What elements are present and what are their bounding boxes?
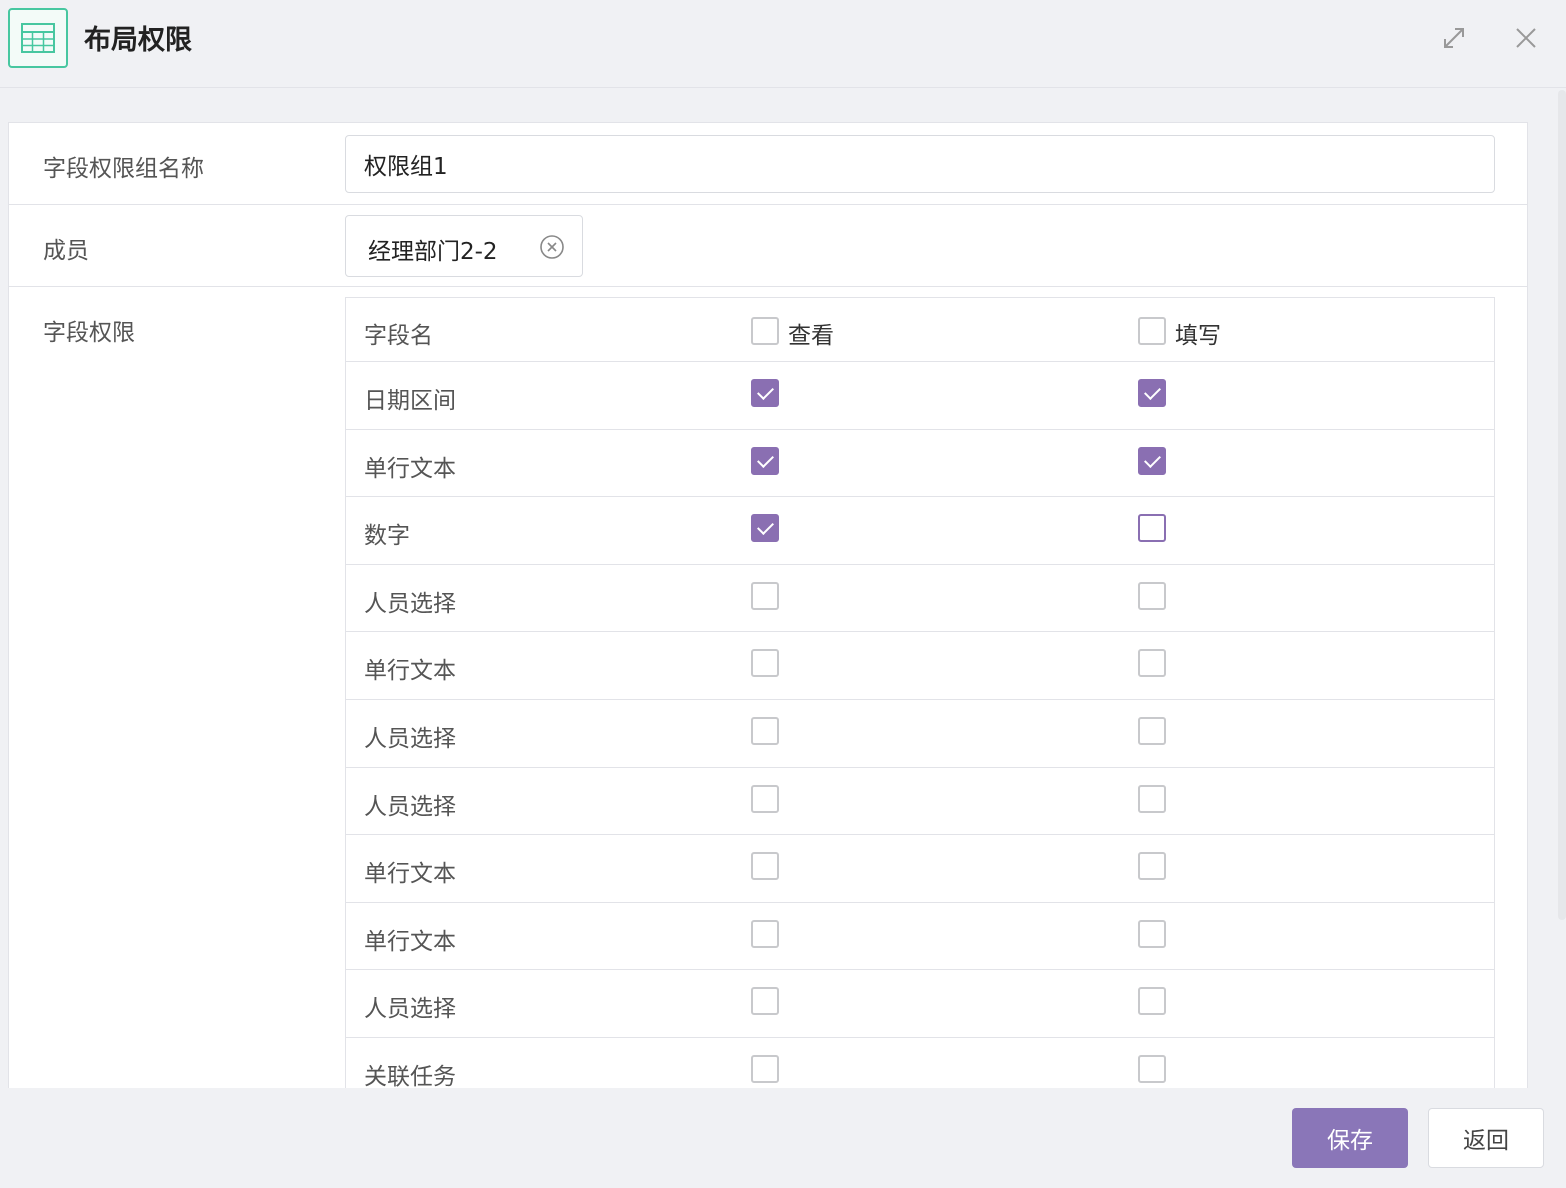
edit-checkbox[interactable]	[1138, 379, 1166, 407]
field-name: 人员选择	[364, 996, 456, 1023]
view-checkbox[interactable]	[751, 581, 779, 610]
column-header-edit: 填写	[1175, 323, 1221, 349]
field-permission-row: 字段权限 字段名 查看 填写 日期区间 单行文本 数字 人员选择 单行文本 人员选择 人员选…	[9, 287, 1527, 1088]
field-name: 人员选择	[364, 793, 456, 820]
edit-checkbox[interactable]	[1138, 852, 1166, 881]
remove-circle-icon[interactable]	[539, 234, 565, 260]
view-checkbox[interactable]	[751, 784, 779, 813]
dialog-header: 布局权限	[0, 0, 1566, 88]
table-row: 关联任务	[346, 1038, 1494, 1088]
field-name: 单行文本	[364, 455, 456, 482]
field-name: 日期区间	[364, 388, 456, 414]
table-row: 人员选择	[346, 565, 1494, 633]
field-permission-label: 字段权限	[43, 320, 135, 346]
view-checkbox[interactable]	[751, 717, 779, 745]
save-button[interactable]: 保存	[1292, 1108, 1408, 1168]
view-checkbox[interactable]	[751, 987, 779, 1016]
table-row: 单行文本	[346, 903, 1494, 971]
edit-checkbox[interactable]	[1138, 446, 1166, 475]
select-all-view-checkbox[interactable]	[751, 317, 779, 345]
member-tag[interactable]: 经理部门2-2	[345, 215, 583, 277]
field-name: 单行文本	[364, 658, 456, 685]
table-row: 数字	[346, 497, 1494, 565]
table-header-row: 字段名 查看 填写	[346, 298, 1494, 362]
column-header-field: 字段名	[364, 323, 433, 349]
field-name: 关联任务	[364, 1064, 456, 1088]
edit-checkbox[interactable]	[1138, 717, 1166, 745]
group-name-row: 字段权限组名称	[9, 123, 1527, 205]
expand-icon[interactable]	[1438, 22, 1470, 54]
column-header-view: 查看	[788, 323, 834, 349]
view-checkbox[interactable]	[751, 379, 779, 407]
field-name: 单行文本	[364, 861, 456, 888]
dialog-title: 布局权限	[84, 25, 192, 56]
table-icon	[8, 8, 68, 68]
table-row: 单行文本	[346, 430, 1494, 498]
view-checkbox[interactable]	[751, 1055, 779, 1083]
group-name-label: 字段权限组名称	[43, 156, 204, 182]
field-name: 单行文本	[364, 928, 456, 955]
member-label: 成员	[43, 238, 89, 264]
select-all-edit-checkbox[interactable]	[1138, 317, 1166, 345]
permission-table: 字段名 查看 填写 日期区间 单行文本 数字 人员选择 单行文本 人员选择 人员选择 单行文本…	[345, 297, 1495, 1088]
back-button[interactable]: 返回	[1428, 1108, 1544, 1168]
field-name: 数字	[364, 523, 410, 550]
table-row: 日期区间	[346, 362, 1494, 430]
member-row: 成员 经理部门2-2	[9, 205, 1527, 287]
view-checkbox[interactable]	[751, 649, 779, 678]
edit-checkbox[interactable]	[1138, 1055, 1166, 1083]
edit-checkbox[interactable]	[1138, 514, 1166, 543]
table-row: 单行文本	[346, 835, 1494, 903]
table-row: 人员选择	[346, 970, 1494, 1038]
view-checkbox[interactable]	[751, 919, 779, 948]
close-icon[interactable]	[1510, 22, 1542, 54]
edit-checkbox[interactable]	[1138, 649, 1166, 678]
form-panel: 字段权限组名称 成员 经理部门2-2 字段权限 字段名 查看 填写	[8, 122, 1528, 1088]
table-row: 单行文本	[346, 632, 1494, 700]
edit-checkbox[interactable]	[1138, 919, 1166, 948]
edit-checkbox[interactable]	[1138, 987, 1166, 1016]
group-name-input[interactable]	[345, 135, 1495, 193]
view-checkbox[interactable]	[751, 852, 779, 881]
scrollbar[interactable]	[1558, 90, 1566, 920]
member-tag-label: 经理部门2-2	[368, 239, 498, 265]
table-row: 人员选择	[346, 700, 1494, 768]
table-row: 人员选择	[346, 768, 1494, 836]
view-checkbox[interactable]	[751, 446, 779, 475]
view-checkbox[interactable]	[751, 514, 779, 543]
field-name: 人员选择	[364, 726, 456, 752]
edit-checkbox[interactable]	[1138, 581, 1166, 610]
field-name: 人员选择	[364, 590, 456, 617]
edit-checkbox[interactable]	[1138, 784, 1166, 813]
